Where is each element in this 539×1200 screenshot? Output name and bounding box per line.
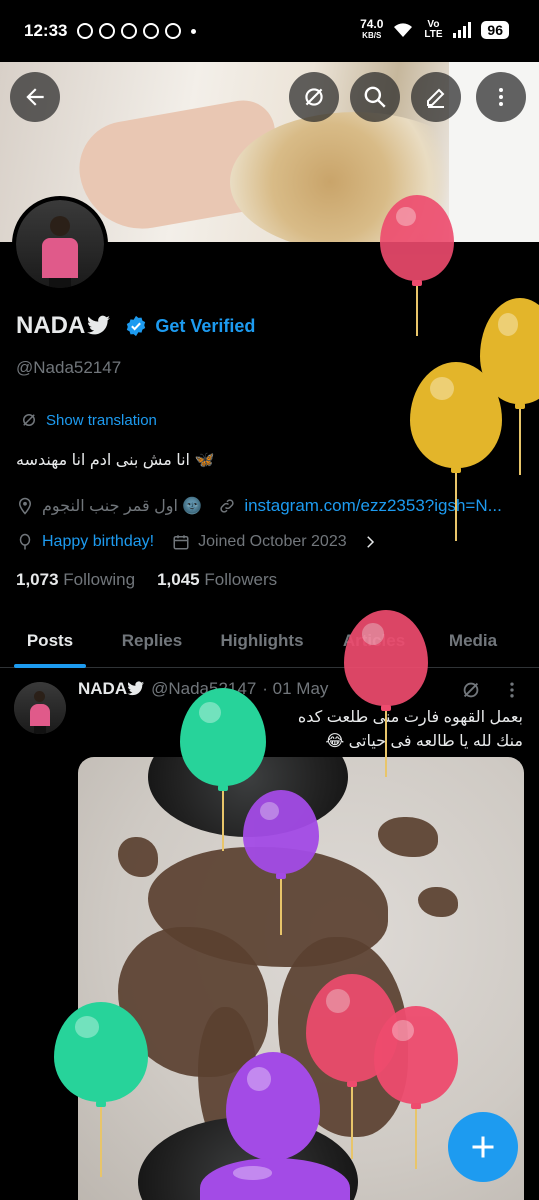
more-notifications-dot bbox=[191, 28, 197, 34]
show-translation-link[interactable]: Show translation bbox=[20, 411, 157, 429]
balloon-yellow-2 bbox=[410, 362, 502, 541]
back-button[interactable] bbox=[10, 72, 60, 122]
arrow-left-icon bbox=[26, 88, 44, 106]
tab-highlights[interactable]: Highlights bbox=[212, 614, 312, 668]
translate-icon bbox=[23, 414, 35, 426]
joined-date: Joined October 2023 bbox=[198, 533, 347, 550]
following-count-link[interactable]: 1,073 Following bbox=[16, 570, 135, 590]
net-speed: 74.0 KB/S bbox=[360, 17, 384, 40]
status-bar: 12:33 74.0 KB/S Vo LTE 96 bbox=[0, 0, 539, 62]
more-vertical-icon[interactable] bbox=[502, 680, 522, 700]
translate-button[interactable] bbox=[289, 72, 339, 122]
profile-handle: @Nada52147 bbox=[16, 358, 122, 377]
messenger-icon bbox=[165, 23, 182, 39]
status-time: 12:33 bbox=[24, 21, 68, 40]
compose-button[interactable] bbox=[448, 1112, 518, 1182]
profile-location: اول قمر جنب النجوم 🌚 bbox=[42, 498, 203, 515]
bird-icon bbox=[127, 681, 145, 696]
post-line-2: منك لله يا طالعه فى حياتى 😂 bbox=[325, 733, 523, 750]
edit-button[interactable] bbox=[411, 72, 461, 122]
plus-icon bbox=[472, 1136, 494, 1158]
balloon-red-4 bbox=[374, 1006, 458, 1169]
balloon-red-1 bbox=[380, 195, 454, 336]
post-author[interactable]: NADA bbox=[78, 679, 127, 699]
balloon-purple-1 bbox=[243, 790, 319, 935]
followers-count-link[interactable]: 1,045 Followers bbox=[157, 570, 277, 590]
whatsapp-icon bbox=[77, 23, 94, 39]
status-right: 74.0 KB/S Vo LTE 96 bbox=[360, 18, 509, 42]
follow-counts: 1,073 Following 1,045 Followers bbox=[16, 570, 277, 590]
more-vertical-icon bbox=[499, 88, 503, 106]
tab-replies[interactable]: Replies bbox=[106, 614, 198, 668]
profile-tabs: Posts Replies Highlights Articles Media bbox=[0, 614, 539, 668]
balloon-purple-3 bbox=[200, 1158, 350, 1200]
notification-icons bbox=[77, 23, 197, 39]
more-button[interactable] bbox=[476, 72, 526, 122]
verified-badge-icon[interactable] bbox=[125, 315, 147, 337]
translate-icon[interactable] bbox=[460, 679, 482, 701]
messenger-icon bbox=[121, 23, 138, 39]
location-pin-icon bbox=[18, 497, 32, 515]
search-button[interactable] bbox=[350, 72, 400, 122]
profile-avatar[interactable] bbox=[12, 196, 108, 292]
post-line-1: بعمل القهوه فارت منى طلعت كده bbox=[297, 709, 523, 726]
battery-indicator: 96 bbox=[481, 21, 509, 39]
chevron-right-icon[interactable] bbox=[361, 533, 379, 551]
balloon-icon bbox=[19, 533, 31, 550]
search-icon bbox=[364, 86, 386, 108]
balloon-red-2 bbox=[344, 610, 428, 777]
balloon-green-2 bbox=[54, 1002, 148, 1177]
post-date: · 01 May bbox=[262, 679, 329, 698]
tab-media[interactable]: Media bbox=[436, 614, 510, 668]
tab-posts[interactable]: Posts bbox=[14, 614, 86, 668]
signal-icon bbox=[453, 22, 472, 38]
messenger-icon bbox=[143, 23, 160, 39]
translate-icon bbox=[305, 88, 323, 106]
wifi-icon bbox=[394, 23, 413, 37]
calendar-icon bbox=[173, 535, 189, 550]
display-name: NADA bbox=[16, 312, 86, 339]
profile-bio: انا مش بنى ادم انا مهندسه 🦋 bbox=[16, 452, 215, 469]
get-verified-link[interactable]: Get Verified bbox=[155, 316, 255, 337]
profile-meta-birthday-joined: Happy birthday! Joined October 2023 bbox=[16, 533, 379, 551]
bird-icon bbox=[87, 315, 111, 335]
birthday-text[interactable]: Happy birthday! bbox=[42, 533, 154, 551]
pencil-icon bbox=[427, 88, 445, 108]
messenger-icon bbox=[99, 23, 116, 39]
name-row: NADA Get Verified bbox=[16, 312, 255, 340]
link-icon bbox=[220, 499, 234, 513]
post-avatar[interactable] bbox=[14, 682, 66, 734]
network-type: Vo LTE bbox=[424, 19, 443, 40]
post-text: بعمل القهوه فارت منى طلعت كده منك لله يا… bbox=[83, 706, 523, 754]
